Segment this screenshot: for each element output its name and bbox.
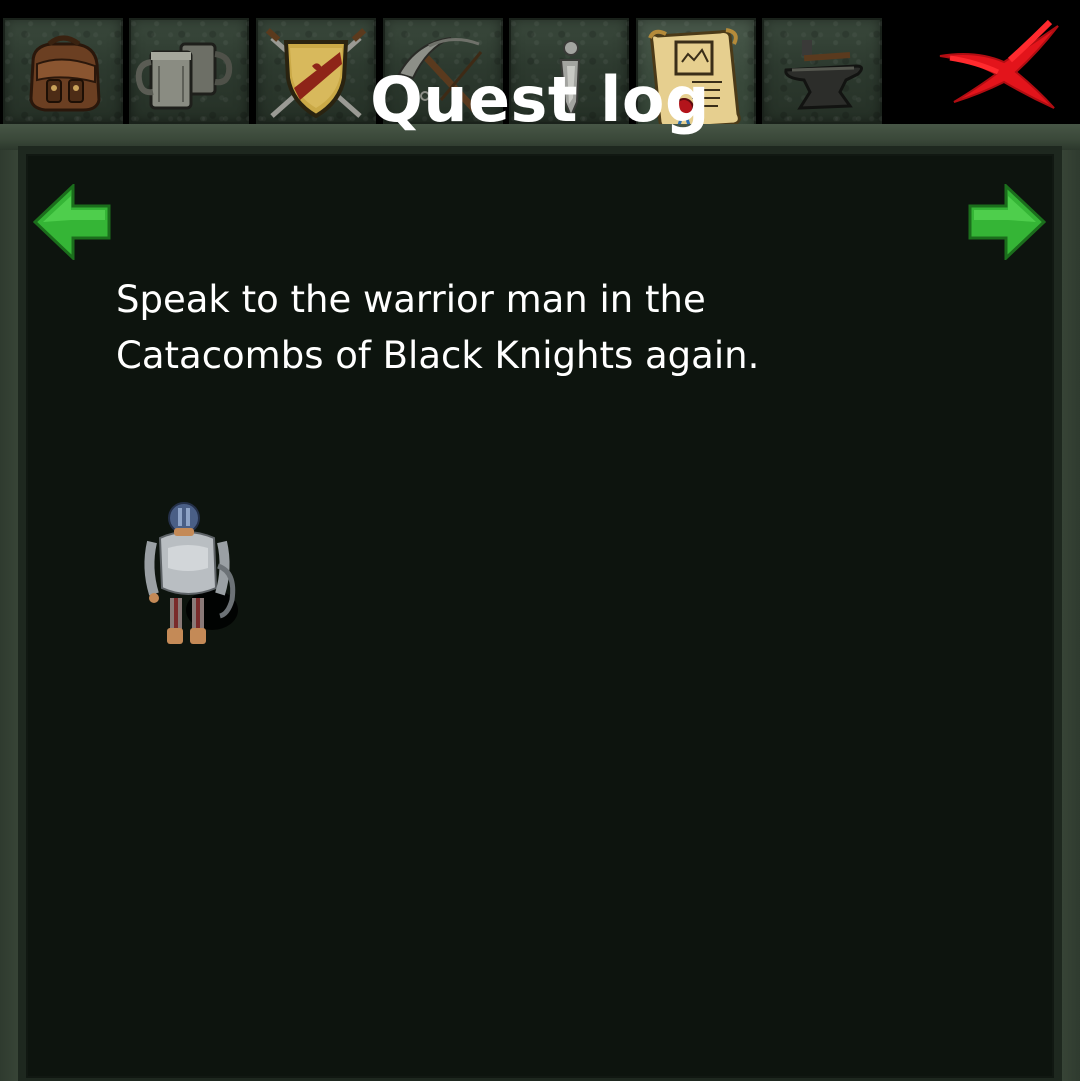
warrior-npc-portrait — [140, 498, 250, 653]
previous-quest-button[interactable] — [32, 182, 113, 262]
arrow-right-icon — [968, 182, 1047, 262]
warrior-npc-icon — [144, 502, 238, 644]
arrow-left-icon — [32, 182, 111, 262]
quest-log-title: Quest log — [370, 63, 710, 136]
next-quest-button[interactable] — [966, 182, 1047, 262]
game-screen: Quest log Speak to the warrior man in th… — [0, 0, 1080, 1081]
quest-description: Speak to the warrior man in the Catacomb… — [116, 278, 760, 377]
